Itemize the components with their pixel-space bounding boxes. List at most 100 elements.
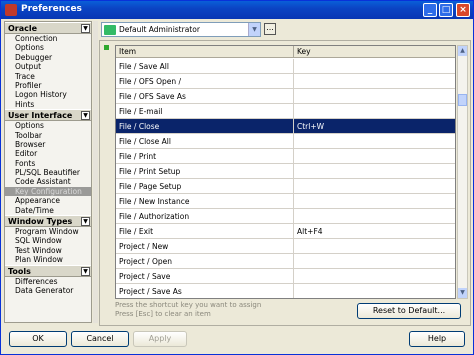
sidebar-item[interactable]: Browser [5, 140, 91, 149]
sidebar-item[interactable]: Key Configuration [5, 186, 91, 197]
chevron-down-icon[interactable]: ▼ [81, 266, 90, 276]
sidebar-item[interactable]: Toolbar [5, 131, 91, 140]
table-row[interactable]: File / Close All [116, 134, 455, 149]
key-cell[interactable] [294, 194, 455, 209]
sidebar-item[interactable]: Debugger [5, 53, 91, 62]
sidebar-section-label: Tools [8, 266, 31, 276]
table-row[interactable]: File / Authorization [116, 209, 455, 224]
app-icon [5, 4, 17, 16]
sidebar-section-header[interactable]: Tools ▼ [5, 264, 91, 277]
key-cell[interactable] [294, 179, 455, 194]
table-row[interactable]: File / Exit Alt+F4 [116, 224, 455, 239]
key-cell[interactable] [294, 254, 455, 269]
item-cell: Project / Save [116, 269, 294, 284]
sidebar-section-header[interactable]: Window Types ▼ [5, 215, 91, 228]
item-cell: File / Print Setup [116, 164, 294, 179]
key-cell[interactable] [294, 134, 455, 149]
chevron-down-icon[interactable]: ▼ [81, 217, 90, 227]
column-header-key[interactable]: Key [294, 46, 455, 58]
sidebar-item[interactable]: Test Window [5, 246, 91, 255]
sidebar-item[interactable]: PL/SQL Beautifier [5, 168, 91, 177]
scroll-up-icon[interactable]: ▲ [458, 46, 467, 56]
scroll-down-icon[interactable]: ▼ [458, 288, 467, 298]
scrollbar-thumb[interactable] [458, 94, 467, 106]
key-cell[interactable]: Alt+F4 [294, 224, 455, 239]
table-row[interactable]: Project / Open [116, 254, 455, 269]
item-cell: File / Print [116, 149, 294, 164]
sidebar-item[interactable]: Connection [5, 34, 91, 43]
user-profile-icon [104, 25, 116, 35]
sidebar-item[interactable]: Differences [5, 277, 91, 286]
item-cell: File / OFS Save As [116, 89, 294, 104]
chevron-down-icon[interactable]: ▼ [81, 24, 90, 33]
key-cell[interactable] [294, 164, 455, 179]
sidebar-item[interactable]: Trace [5, 72, 91, 81]
chevron-down-icon[interactable]: ▼ [81, 111, 90, 121]
sidebar-section-label: Oracle [8, 24, 38, 33]
sidebar-item[interactable]: Logon History [5, 90, 91, 99]
table-row[interactable]: File / Print Setup [116, 164, 455, 179]
table-row[interactable]: File / Page Setup [116, 179, 455, 194]
key-cell[interactable] [294, 149, 455, 164]
help-button[interactable]: Help [409, 331, 465, 347]
close-button[interactable]: × [456, 3, 470, 17]
key-cell[interactable] [294, 239, 455, 254]
sidebar-item[interactable]: Data Generator [5, 286, 91, 295]
chevron-down-icon[interactable]: ▼ [248, 23, 260, 36]
sidebar-item[interactable]: Program Window [5, 227, 91, 236]
active-indicator-icon [104, 45, 109, 50]
key-cell[interactable] [294, 74, 455, 89]
table-row[interactable]: File / Close Ctrl+W [116, 119, 455, 134]
sidebar-splitter[interactable] [93, 21, 98, 323]
sidebar-item[interactable]: Date/Time [5, 206, 91, 215]
table-row[interactable]: File / New Instance [116, 194, 455, 209]
item-cell: File / New Instance [116, 194, 294, 209]
grid-scrollbar[interactable]: ▲ ▼ [457, 45, 468, 299]
apply-button[interactable]: Apply [133, 331, 187, 347]
table-row[interactable]: File / OFS Open / [116, 74, 455, 89]
profile-select[interactable]: Default Administrator ▼ [101, 22, 261, 37]
hint-line-1: Press the shortcut key you want to assig… [115, 301, 262, 309]
profile-select-value: Default Administrator [119, 25, 200, 34]
sidebar-item[interactable]: Profiler [5, 81, 91, 90]
key-cell[interactable]: Ctrl+W [294, 119, 455, 134]
maximize-button[interactable]: □ [439, 3, 453, 17]
sidebar-section-label: User Interface [8, 111, 73, 121]
reset-to-default-button[interactable]: Reset to Default... [357, 303, 461, 319]
sidebar-item[interactable]: Hints [5, 100, 91, 109]
key-cell[interactable] [294, 89, 455, 104]
key-cell[interactable] [294, 209, 455, 224]
item-cell: File / Page Setup [116, 179, 294, 194]
table-row[interactable]: Project / Save As [116, 284, 455, 298]
sidebar-item[interactable]: Output [5, 62, 91, 71]
title-bar[interactable]: Preferences _ □ × [1, 1, 473, 19]
sidebar-item[interactable]: Options [5, 43, 91, 52]
table-row[interactable]: File / OFS Save As [116, 89, 455, 104]
sidebar-item[interactable]: Appearance [5, 196, 91, 205]
sidebar-item[interactable]: Fonts [5, 159, 91, 168]
preferences-window: Preferences _ □ × Oracle ▼ Connection Optio… [0, 0, 474, 355]
key-cell[interactable] [294, 104, 455, 119]
key-cell[interactable] [294, 59, 455, 74]
sidebar-item[interactable]: Options [5, 121, 91, 130]
sidebar-item[interactable]: Code Assistant [5, 177, 91, 186]
minimize-button[interactable]: _ [423, 3, 437, 17]
hint-line-2: Press [Esc] to clear an item [115, 310, 211, 318]
table-row[interactable]: File / E-mail [116, 104, 455, 119]
sidebar-section-header[interactable]: User Interface ▼ [5, 109, 91, 122]
profile-options-button[interactable]: ... [264, 23, 276, 35]
sidebar-item[interactable]: Plan Window [5, 255, 91, 264]
cancel-button[interactable]: Cancel [71, 331, 129, 347]
key-cell[interactable] [294, 284, 455, 298]
table-row[interactable]: Project / Save [116, 269, 455, 284]
sidebar-item[interactable]: Editor [5, 149, 91, 158]
table-row[interactable]: File / Print [116, 149, 455, 164]
shortcut-hint: Press the shortcut key you want to assig… [115, 301, 261, 319]
table-row[interactable]: Project / New [116, 239, 455, 254]
sidebar-section-header[interactable]: Oracle ▼ [5, 22, 91, 34]
ok-button[interactable]: OK [9, 331, 67, 347]
column-header-item[interactable]: Item [116, 46, 294, 58]
sidebar-item[interactable]: SQL Window [5, 236, 91, 245]
table-row[interactable]: File / Save All [116, 59, 455, 74]
key-cell[interactable] [294, 269, 455, 284]
